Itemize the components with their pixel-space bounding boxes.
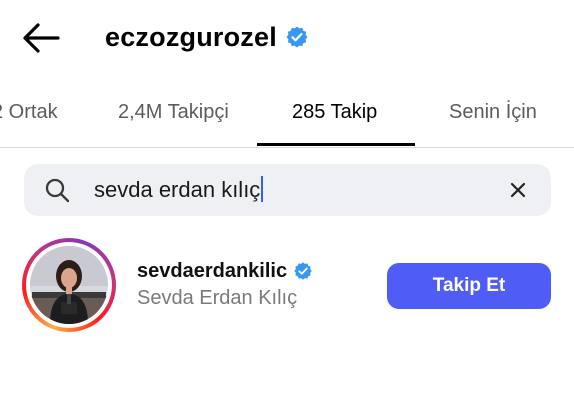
follow-button[interactable]: Takip Et bbox=[387, 263, 551, 309]
tab-mutual[interactable]: 2 Ortak bbox=[0, 84, 58, 146]
active-tab-indicator bbox=[257, 143, 415, 146]
close-icon bbox=[510, 182, 526, 198]
search-query-text: sevda erdan kılıç bbox=[94, 177, 261, 202]
verified-badge-icon bbox=[293, 261, 313, 281]
arrow-left-icon bbox=[23, 23, 60, 53]
tab-following[interactable]: 285 Takip bbox=[292, 84, 377, 146]
clear-search-button[interactable] bbox=[504, 176, 532, 204]
search-query[interactable]: sevda erdan kılıç bbox=[94, 174, 264, 206]
result-username-text: sevdaerdankilic bbox=[137, 260, 288, 282]
text-caret bbox=[261, 176, 264, 202]
search-input[interactable]: sevda erdan kılıç bbox=[24, 164, 551, 216]
result-full-name: Sevda Erdan Kılıç bbox=[137, 287, 298, 309]
back-button[interactable] bbox=[18, 18, 62, 58]
profile-header: eczozgurozel bbox=[0, 0, 574, 76]
result-username[interactable]: sevdaerdankilic bbox=[137, 258, 313, 284]
profile-username: eczozgurozel bbox=[105, 18, 309, 56]
tab-bar: 2 Ortak 2,4M Takipçi 285 Takip Senin İçi… bbox=[0, 84, 574, 148]
verified-badge-icon bbox=[285, 25, 309, 49]
avatar-border bbox=[26, 242, 112, 328]
profile-username-text: eczozgurozel bbox=[105, 22, 277, 52]
search-icon bbox=[44, 177, 70, 203]
avatar-photo bbox=[30, 246, 108, 324]
tab-for-you[interactable]: Senin İçin bbox=[449, 84, 537, 146]
tab-followers[interactable]: 2,4M Takipçi bbox=[118, 84, 229, 146]
avatar[interactable] bbox=[22, 238, 116, 332]
